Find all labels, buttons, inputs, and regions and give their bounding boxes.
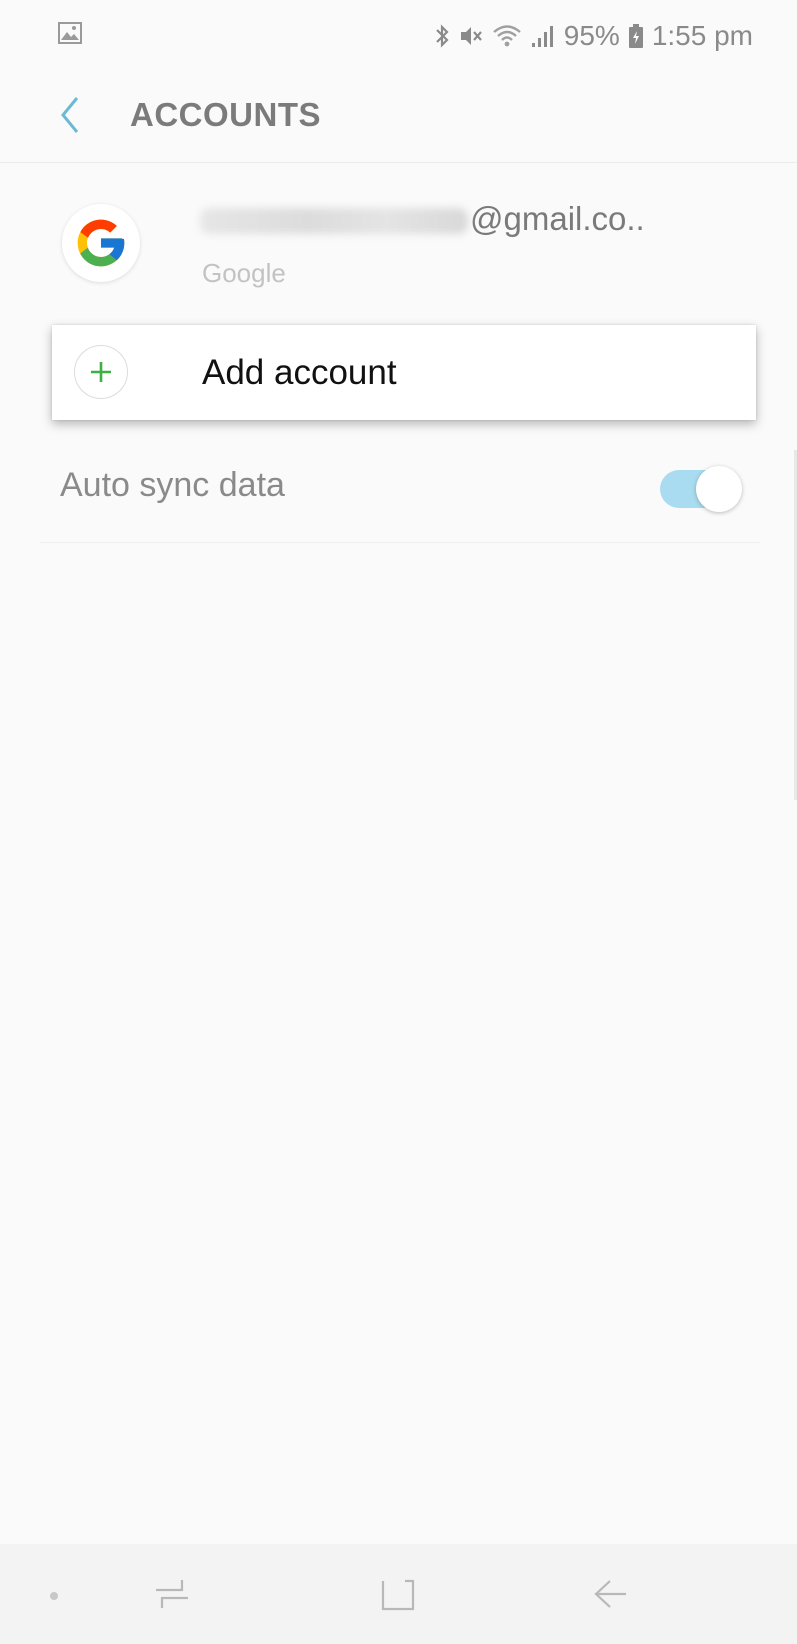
redacted-email-blur [200, 208, 468, 235]
account-email: @gmail.co.. [200, 200, 645, 238]
signal-icon [530, 23, 556, 49]
back-arrow-icon [590, 1575, 630, 1618]
recent-apps-button[interactable] [146, 1570, 198, 1622]
page-title: ACCOUNTS [130, 96, 321, 133]
bluetooth-icon [434, 23, 450, 49]
account-type: Google [202, 258, 286, 288]
mute-icon [458, 23, 484, 49]
back-button[interactable] [48, 92, 92, 142]
add-account-label: Add account [202, 353, 397, 392]
wifi-icon [492, 23, 522, 49]
battery-icon [628, 23, 644, 49]
back-chevron-icon [59, 95, 81, 140]
plus-icon [74, 345, 128, 399]
google-account-item[interactable]: @gmail.co.. Google [0, 170, 797, 300]
clock: 1:55 pm [651, 20, 753, 51]
image-notification-icon [58, 22, 82, 44]
recent-apps-icon [152, 1576, 192, 1617]
home-icon [379, 1575, 417, 1618]
back-nav-button[interactable] [584, 1570, 636, 1622]
nav-indicator-dot [50, 1592, 58, 1600]
toggle-thumb [696, 466, 742, 512]
account-email-domain: @gmail.co.. [470, 200, 645, 237]
home-button[interactable] [372, 1570, 424, 1622]
add-account-button[interactable]: Add account [52, 325, 756, 420]
status-bar: 95% 1:55 pm [0, 0, 797, 72]
navigation-bar [0, 1544, 797, 1644]
battery-percent: 95% [563, 20, 620, 51]
status-icons: 95% 1:55 pm [434, 16, 753, 56]
google-icon [62, 204, 140, 282]
auto-sync-toggle[interactable] [660, 466, 742, 512]
divider [40, 542, 760, 543]
auto-sync-label: Auto sync data [60, 466, 285, 504]
app-header: ACCOUNTS [0, 72, 797, 163]
accounts-screen: 95% 1:55 pm ACCOUNTS @gmail.co.. Google … [0, 0, 797, 1644]
auto-sync-row[interactable]: Auto sync data [0, 440, 797, 540]
